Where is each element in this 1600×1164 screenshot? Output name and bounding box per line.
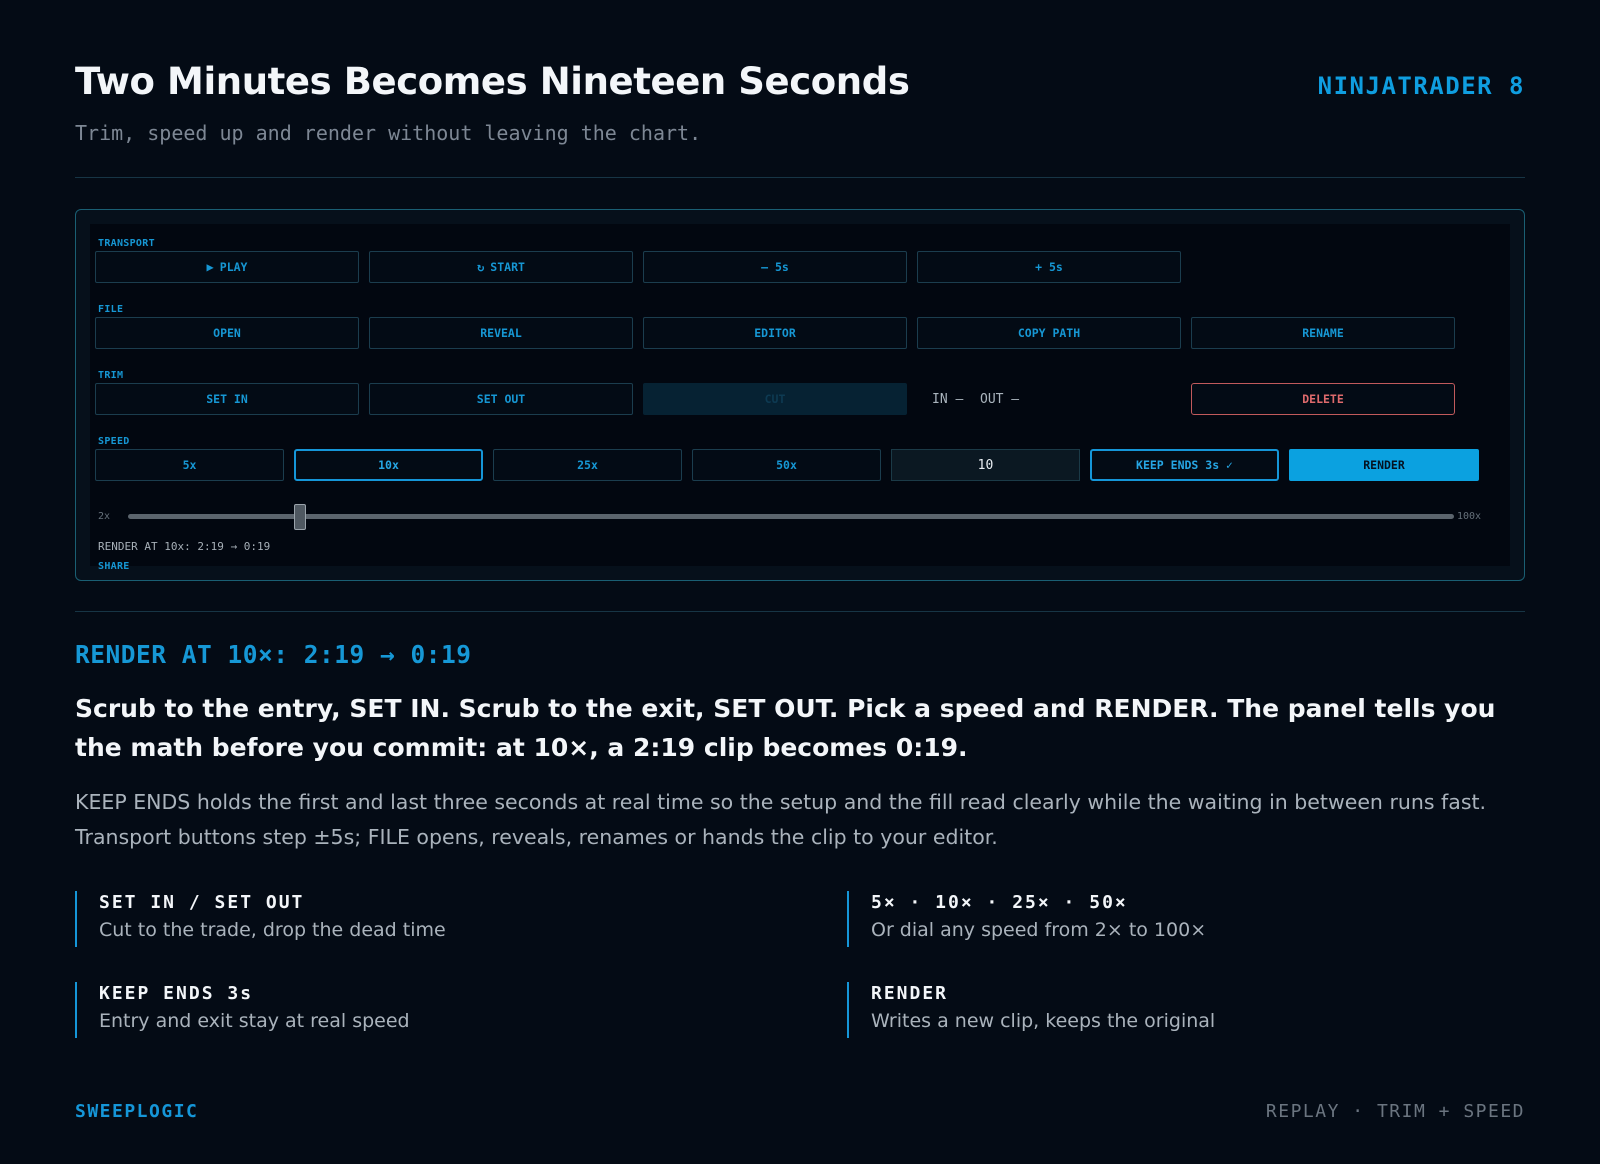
footer-tagline: REPLAY · TRIM + SPEED (1265, 1101, 1525, 1122)
out-point-readout: OUT – (980, 392, 1020, 407)
section-label-trim: TRIM (98, 370, 124, 381)
play-button-label: PLAY (219, 260, 248, 274)
editor-button[interactable]: EDITOR (643, 317, 907, 349)
feature-description: Cut to the trade, drop the dead time (99, 919, 446, 941)
lead-paragraph: Scrub to the entry, SET IN. Scrub to the… (75, 694, 1496, 762)
feature-render: RENDER Writes a new clip, keeps the orig… (847, 982, 1507, 1038)
slider-max-label: 100x (1457, 511, 1482, 522)
start-button-label: START (490, 260, 525, 274)
feature-set-in-out: SET IN / SET OUT Cut to the trade, drop … (75, 891, 735, 947)
page-subtitle: Trim, speed up and render without leavin… (75, 121, 702, 145)
render-button[interactable]: RENDER (1289, 449, 1479, 481)
feature-description: Writes a new clip, keeps the original (871, 1010, 1216, 1032)
step-forward-5s-button[interactable]: + 5s (917, 251, 1181, 283)
speed-value-input[interactable] (891, 449, 1080, 481)
in-point-readout: IN – (932, 392, 964, 407)
brand-label: NINJATRADER 8 (1317, 72, 1525, 100)
section-label-speed: SPEED (98, 436, 130, 447)
speed-5x-button[interactable]: 5x (95, 449, 284, 481)
restart-icon: ↻ (477, 260, 485, 274)
rename-button[interactable]: RENAME (1191, 317, 1455, 349)
feature-keep-ends: KEEP ENDS 3s Entry and exit stay at real… (75, 982, 735, 1038)
feature-title: KEEP ENDS 3s (99, 983, 254, 1004)
section-label-transport: TRANSPORT (98, 238, 155, 249)
trim-speed-panel: TRANSPORT ▶ PLAY ↻ START – 5s + 5s FILE … (90, 224, 1510, 572)
description-paragraph: KEEP ENDS holds the first and last three… (75, 790, 1487, 849)
feature-title: 5× · 10× · 25× · 50× (871, 892, 1128, 913)
cut-button[interactable]: CUT (643, 383, 907, 415)
header-divider (75, 177, 1525, 178)
set-in-button[interactable]: SET IN (95, 383, 359, 415)
feature-title: SET IN / SET OUT (99, 892, 305, 913)
speed-50x-button[interactable]: 50x (692, 449, 881, 481)
copy-path-button[interactable]: COPY PATH (917, 317, 1181, 349)
play-icon: ▶ (206, 260, 214, 274)
section-label-share: SHARE (98, 561, 130, 572)
speed-slider-handle[interactable] (294, 504, 307, 530)
play-button[interactable]: ▶ PLAY (95, 251, 359, 283)
render-summary: RENDER AT 10x: 2:19 → 0:19 (98, 540, 271, 553)
trim-speed-panel-frame: TRANSPORT ▶ PLAY ↻ START – 5s + 5s FILE … (75, 209, 1525, 581)
footer-brand: SWEEPLOGIC (75, 1101, 199, 1122)
feature-description: Or dial any speed from 2× to 100× (871, 919, 1207, 941)
delete-button[interactable]: DELETE (1191, 383, 1455, 415)
reveal-button[interactable]: REVEAL (369, 317, 633, 349)
section-label-file: FILE (98, 304, 124, 315)
feature-title: RENDER (871, 983, 949, 1004)
step-back-5s-button[interactable]: – 5s (643, 251, 907, 283)
feature-speed-presets: 5× · 10× · 25× · 50× Or dial any speed f… (847, 891, 1507, 947)
speed-slider-track[interactable] (128, 514, 1454, 519)
open-button[interactable]: OPEN (95, 317, 359, 349)
start-button[interactable]: ↻ START (369, 251, 633, 283)
step-forward-label: + 5s (1035, 260, 1063, 274)
render-heading: RENDER AT 10×: 2:19 → 0:19 (75, 640, 472, 669)
speed-10x-button[interactable]: 10x (294, 449, 483, 481)
slider-min-label: 2x (98, 511, 111, 522)
feature-description: Entry and exit stay at real speed (99, 1010, 410, 1032)
page-title: Two Minutes Becomes Nineteen Seconds (75, 60, 910, 103)
speed-25x-button[interactable]: 25x (493, 449, 682, 481)
step-back-label: – 5s (761, 260, 789, 274)
keep-ends-toggle[interactable]: KEEP ENDS 3s ✓ (1090, 449, 1279, 481)
set-out-button[interactable]: SET OUT (369, 383, 633, 415)
panel-divider (75, 611, 1525, 612)
